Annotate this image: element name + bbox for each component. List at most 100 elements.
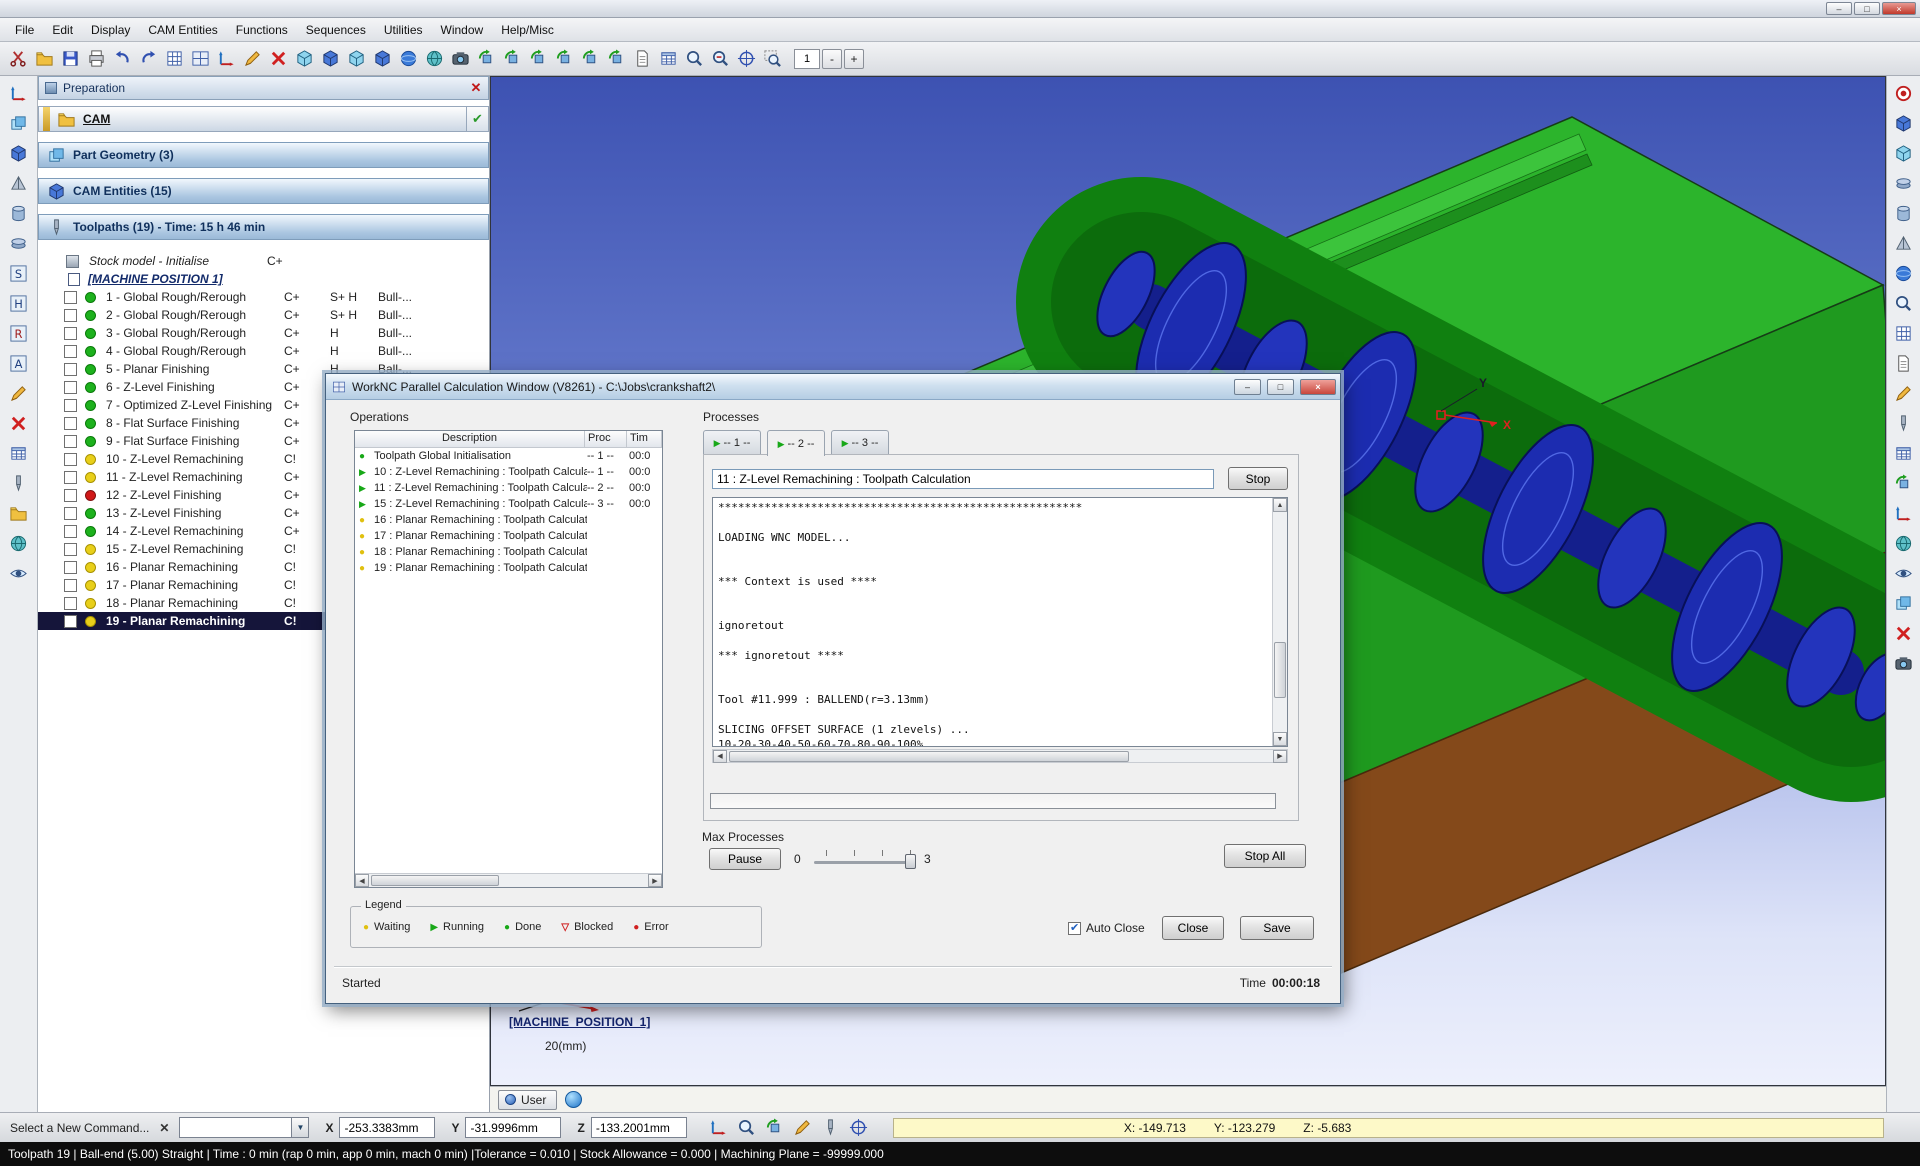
sphere-icon[interactable] xyxy=(1890,260,1918,287)
current-operation-field[interactable] xyxy=(712,469,1214,489)
capture-icon[interactable] xyxy=(1890,650,1918,677)
scroll-down-icon[interactable]: ▼ xyxy=(1273,732,1287,746)
slider-track[interactable] xyxy=(814,861,914,864)
open-file-icon[interactable] xyxy=(32,47,56,71)
list-icon[interactable] xyxy=(656,47,680,71)
menu-item[interactable]: Utilities xyxy=(375,20,432,40)
undo-icon[interactable] xyxy=(110,47,134,71)
mesh-icon[interactable] xyxy=(1890,320,1918,347)
user-button[interactable]: User xyxy=(498,1090,557,1110)
close-window-button[interactable]: × xyxy=(1882,2,1916,15)
toolpath-checkbox[interactable] xyxy=(64,327,77,340)
toolpath-checkbox[interactable] xyxy=(64,291,77,304)
scroll-left-icon[interactable]: ◀ xyxy=(355,874,369,887)
console-hscrollbar[interactable]: ◀ ▶ xyxy=(712,749,1288,763)
axes-icon[interactable] xyxy=(214,47,238,71)
s-plane-icon[interactable] xyxy=(5,260,33,287)
z-coord-field[interactable] xyxy=(591,1117,687,1138)
snapshot-icon[interactable] xyxy=(448,47,472,71)
section-cam-entities[interactable]: CAM Entities (15) xyxy=(38,178,489,204)
scroll-up-icon[interactable]: ▲ xyxy=(1273,498,1287,512)
zoom-out-icon[interactable] xyxy=(708,47,732,71)
save-button[interactable]: Save xyxy=(1240,916,1314,940)
wcs-icon[interactable] xyxy=(5,80,33,107)
dialog-minimize-button[interactable]: – xyxy=(1234,379,1261,395)
close-button[interactable]: Close xyxy=(1162,916,1224,940)
max-processes-slider[interactable] xyxy=(812,848,916,870)
toolpath-row[interactable]: 4 - Global Rough/Rerough C+ H Bull-... xyxy=(38,342,489,360)
toolpath-row[interactable]: 2 - Global Rough/Rerough C+ S+ H Bull-..… xyxy=(38,306,489,324)
clear-command-icon[interactable]: ✕ xyxy=(159,1121,169,1135)
menu-item[interactable]: Edit xyxy=(43,20,82,40)
dialog-maximize-button[interactable]: □ xyxy=(1267,379,1294,395)
menu-item[interactable]: Functions xyxy=(227,20,297,40)
dialog-close-button[interactable]: × xyxy=(1300,379,1336,395)
operation-row[interactable]: 17 : Planar Remachining : Toolpath Calcu… xyxy=(355,528,662,544)
toolpath-checkbox[interactable] xyxy=(64,345,77,358)
menu-item[interactable]: Window xyxy=(432,20,493,40)
slider-thumb[interactable] xyxy=(905,854,916,869)
visibility-icon[interactable] xyxy=(5,560,33,587)
operation-row[interactable]: 15 : Z-Level Remachining : Toolpath Calc… xyxy=(355,496,662,512)
toolpath-checkbox[interactable] xyxy=(64,399,77,412)
scroll-thumb[interactable] xyxy=(371,875,499,886)
pyramid-icon[interactable] xyxy=(1890,230,1918,257)
process-tab-3[interactable]: -- 3 -- xyxy=(831,430,889,454)
h-plane-icon[interactable] xyxy=(5,290,33,317)
stock-icon[interactable] xyxy=(1890,110,1918,137)
wire-cube-icon[interactable] xyxy=(1890,140,1918,167)
y-coord-field[interactable] xyxy=(465,1117,561,1138)
toolpath-checkbox[interactable] xyxy=(64,543,77,556)
toolpath-row[interactable]: 1 - Global Rough/Rerough C+ S+ H Bull-..… xyxy=(38,288,489,306)
fit-view-icon[interactable] xyxy=(760,47,784,71)
dialog-title-bar[interactable]: WorkNC Parallel Calculation Window (V826… xyxy=(326,374,1340,400)
toolpath-checkbox[interactable] xyxy=(64,615,77,628)
center-pick-icon[interactable] xyxy=(847,1116,871,1140)
cut-icon[interactable] xyxy=(6,47,30,71)
snap-axis-icon[interactable] xyxy=(707,1116,731,1140)
redo-icon[interactable] xyxy=(136,47,160,71)
scroll-right-icon[interactable]: ▶ xyxy=(1273,750,1287,763)
section-part-geometry[interactable]: Part Geometry (3) xyxy=(38,142,489,168)
toolpath-row[interactable]: 3 - Global Rough/Rerough C+ H Bull-... xyxy=(38,324,489,342)
toolpath-checkbox[interactable] xyxy=(64,561,77,574)
dynamic-rotate-icon[interactable] xyxy=(763,1116,787,1140)
toolpath-checkbox[interactable] xyxy=(64,471,77,484)
chevron-down-icon[interactable]: ▼ xyxy=(291,1117,309,1138)
simulate-icon[interactable] xyxy=(1890,470,1918,497)
edit-icon[interactable] xyxy=(5,380,33,407)
process-tab-1[interactable]: -- 1 -- xyxy=(703,430,761,454)
surfaces-icon[interactable] xyxy=(5,110,33,137)
toolpath-checkbox[interactable] xyxy=(64,381,77,394)
tool-pick-icon[interactable] xyxy=(819,1116,843,1140)
cam-tab[interactable]: CAM ✔ xyxy=(38,106,489,132)
pause-button[interactable]: Pause xyxy=(709,848,781,870)
menu-item[interactable]: Display xyxy=(82,20,139,40)
measure-icon[interactable] xyxy=(791,1116,815,1140)
operation-row[interactable]: 11 : Z-Level Remachining : Toolpath Calc… xyxy=(355,480,662,496)
menu-item[interactable]: File xyxy=(6,20,43,40)
view-mode-icon[interactable] xyxy=(565,1091,582,1108)
toolpath-checkbox[interactable] xyxy=(64,525,77,538)
delete-icon[interactable] xyxy=(1890,620,1918,647)
view-top-icon[interactable] xyxy=(344,47,368,71)
scroll-thumb[interactable] xyxy=(1274,642,1286,698)
solid-icon[interactable] xyxy=(5,140,33,167)
stop-all-button[interactable]: Stop All xyxy=(1224,844,1306,868)
table-icon[interactable] xyxy=(5,440,33,467)
menu-item[interactable]: Sequences xyxy=(297,20,375,40)
menu-item[interactable]: Help/Misc xyxy=(492,20,563,40)
view-iso-icon[interactable] xyxy=(292,47,316,71)
cylinder-icon[interactable] xyxy=(1890,200,1918,227)
auto-close-checkbox[interactable] xyxy=(1068,922,1081,935)
maximize-window-button[interactable]: □ xyxy=(1854,2,1880,15)
erase-icon[interactable] xyxy=(5,410,33,437)
process-tab-2[interactable]: -- 2 -- xyxy=(767,430,825,456)
save-icon[interactable] xyxy=(58,47,82,71)
toolpath-checkbox[interactable] xyxy=(64,507,77,520)
view-filter-icon[interactable] xyxy=(1890,560,1918,587)
disc-icon[interactable] xyxy=(5,230,33,257)
toolpath-checkbox[interactable] xyxy=(64,417,77,430)
section-toolpaths[interactable]: Toolpaths (19) - Time: 15 h 46 min xyxy=(38,214,489,240)
toolpath-checkbox[interactable] xyxy=(64,453,77,466)
